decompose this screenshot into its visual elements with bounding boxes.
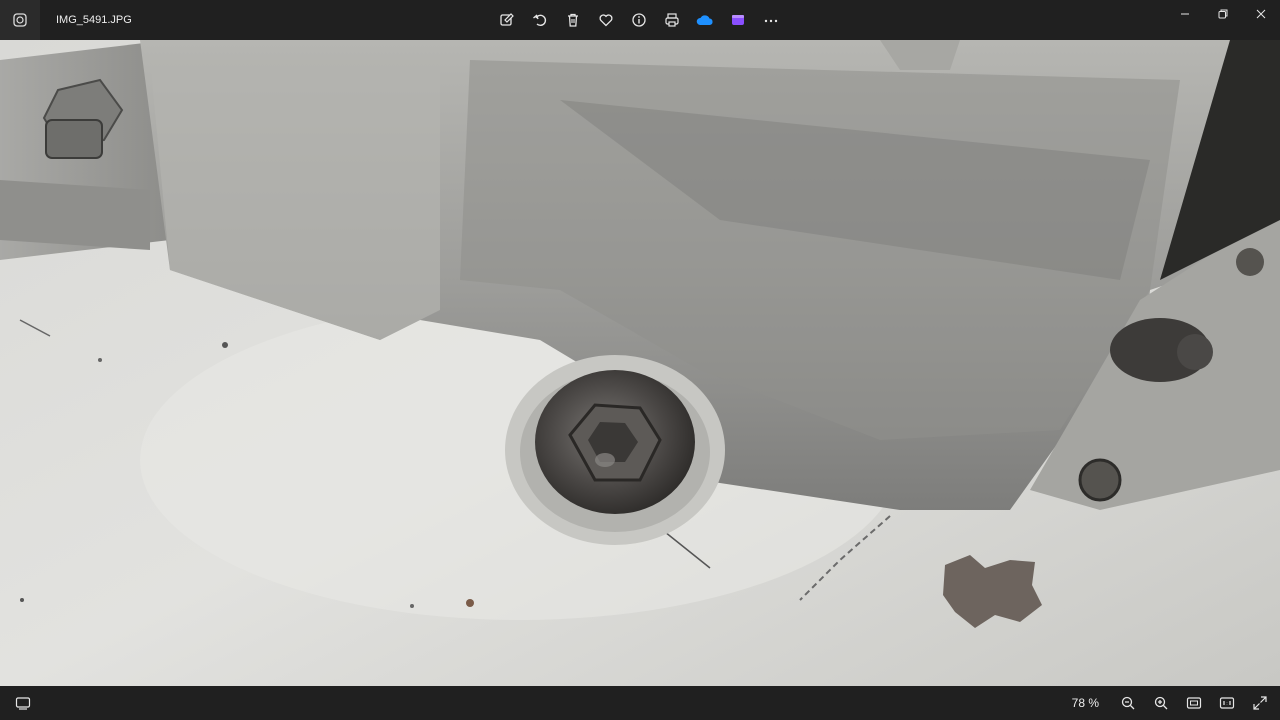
favorite-heart-icon[interactable] <box>589 4 622 36</box>
clipchamp-video-icon[interactable] <box>721 4 754 36</box>
delete-icon[interactable] <box>556 4 589 36</box>
edit-image-icon[interactable] <box>490 4 523 36</box>
file-name: IMG_5491.JPG <box>56 14 132 26</box>
fit-to-window-icon[interactable] <box>1177 688 1210 718</box>
onedrive-cloud-icon[interactable] <box>688 4 721 36</box>
zoom-in-icon[interactable] <box>1144 688 1177 718</box>
actual-size-icon[interactable] <box>1210 688 1243 718</box>
toolbar <box>490 0 787 40</box>
restore-icon[interactable] <box>1204 0 1242 28</box>
info-icon[interactable] <box>622 4 655 36</box>
photo-transmission-drain-plug <box>0 40 1280 686</box>
close-icon[interactable] <box>1242 0 1280 28</box>
zoom-level: 78 % <box>1071 696 1099 710</box>
title-bar: IMG_5491.JPG <box>0 0 1280 40</box>
photos-app-icon[interactable] <box>0 0 40 40</box>
photo-canvas[interactable] <box>0 40 1280 686</box>
window-controls <box>1166 0 1280 32</box>
more-options-icon[interactable] <box>754 4 787 36</box>
minimize-icon[interactable] <box>1166 0 1204 28</box>
zoom-out-icon[interactable] <box>1111 688 1144 718</box>
full-screen-icon[interactable] <box>1243 688 1276 718</box>
status-bar: 78 % <box>0 686 1280 720</box>
rotate-icon[interactable] <box>523 4 556 36</box>
filmstrip-icon[interactable] <box>6 688 39 718</box>
print-icon[interactable] <box>655 4 688 36</box>
